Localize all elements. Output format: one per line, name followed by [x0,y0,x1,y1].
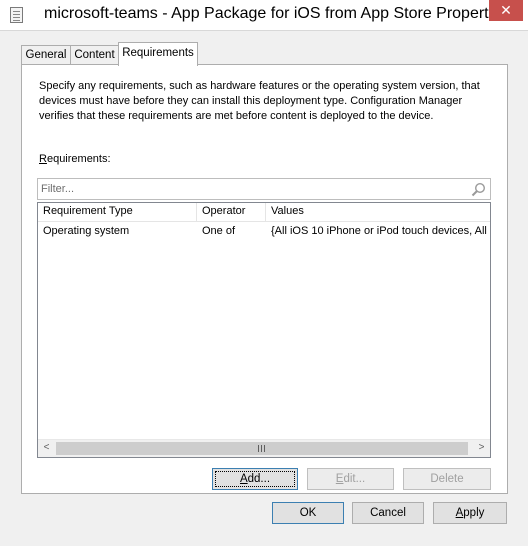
table-row[interactable]: Operating system One of {All iOS 10 iPho… [38,222,490,240]
horizontal-scrollbar[interactable]: < > [38,439,490,457]
edit-button-label: dit... [343,473,366,485]
tab-requirements[interactable]: Requirements [118,42,198,66]
properties-dialog: microsoft-teams - App Package for iOS fr… [0,0,528,546]
requirements-tab-panel: Specify any requirements, such as hardwa… [21,64,508,494]
delete-button[interactable]: Delete [403,468,491,490]
apply-button[interactable]: Apply [433,502,507,524]
focus-rectangle [215,471,295,487]
tab-content-label: Content [74,49,115,61]
column-header-operator[interactable]: Operator [197,203,266,221]
ok-button[interactable]: OK [272,502,344,524]
title-bar[interactable]: microsoft-teams - App Package for iOS fr… [0,0,528,30]
tab-content[interactable]: Content [70,45,119,64]
cancel-button-label: Cancel [370,507,406,519]
scrollbar-thumb[interactable] [56,442,468,455]
window-title: microsoft-teams - App Package for iOS fr… [44,5,510,22]
requirements-label-mnemonic: R [39,153,47,165]
close-icon: ✕ [500,2,512,18]
close-button[interactable]: ✕ [489,0,523,21]
cell-values: {All iOS 10 iPhone or iPod touch devices… [271,225,490,237]
column-header-values[interactable]: Values [266,203,490,221]
scroll-left-button[interactable]: < [38,440,55,457]
filter-field[interactable] [37,178,491,200]
requirements-label: Requirements: [39,153,111,165]
tab-general-label: General [25,49,67,61]
apply-button-label: pply [463,507,485,519]
scroll-right-button[interactable]: > [473,440,490,457]
tab-requirements-label: Requirements [122,47,194,59]
cancel-button[interactable]: Cancel [352,502,424,524]
list-header: Requirement Type Operator Values [38,203,490,222]
requirements-description: Specify any requirements, such as hardwa… [39,80,480,122]
requirements-label-text: equirements: [46,153,111,165]
cell-operator: One of [202,225,236,237]
filter-input[interactable] [41,181,461,197]
cell-requirement-type: Operating system [43,225,130,237]
chevron-left-icon: < [43,442,50,453]
requirements-list[interactable]: Requirement Type Operator Values Operati… [37,202,491,458]
grip-icon [258,445,265,452]
delete-button-label: Delete [430,473,464,485]
chevron-right-icon: > [478,442,485,453]
search-icon[interactable] [471,182,486,197]
properties-icon [10,7,23,23]
column-header-requirement-type[interactable]: Requirement Type [38,203,197,221]
ok-button-label: OK [299,507,317,519]
edit-button[interactable]: Edit... [307,468,394,490]
add-button[interactable]: Add... [212,468,298,490]
tab-general[interactable]: General [21,45,71,64]
